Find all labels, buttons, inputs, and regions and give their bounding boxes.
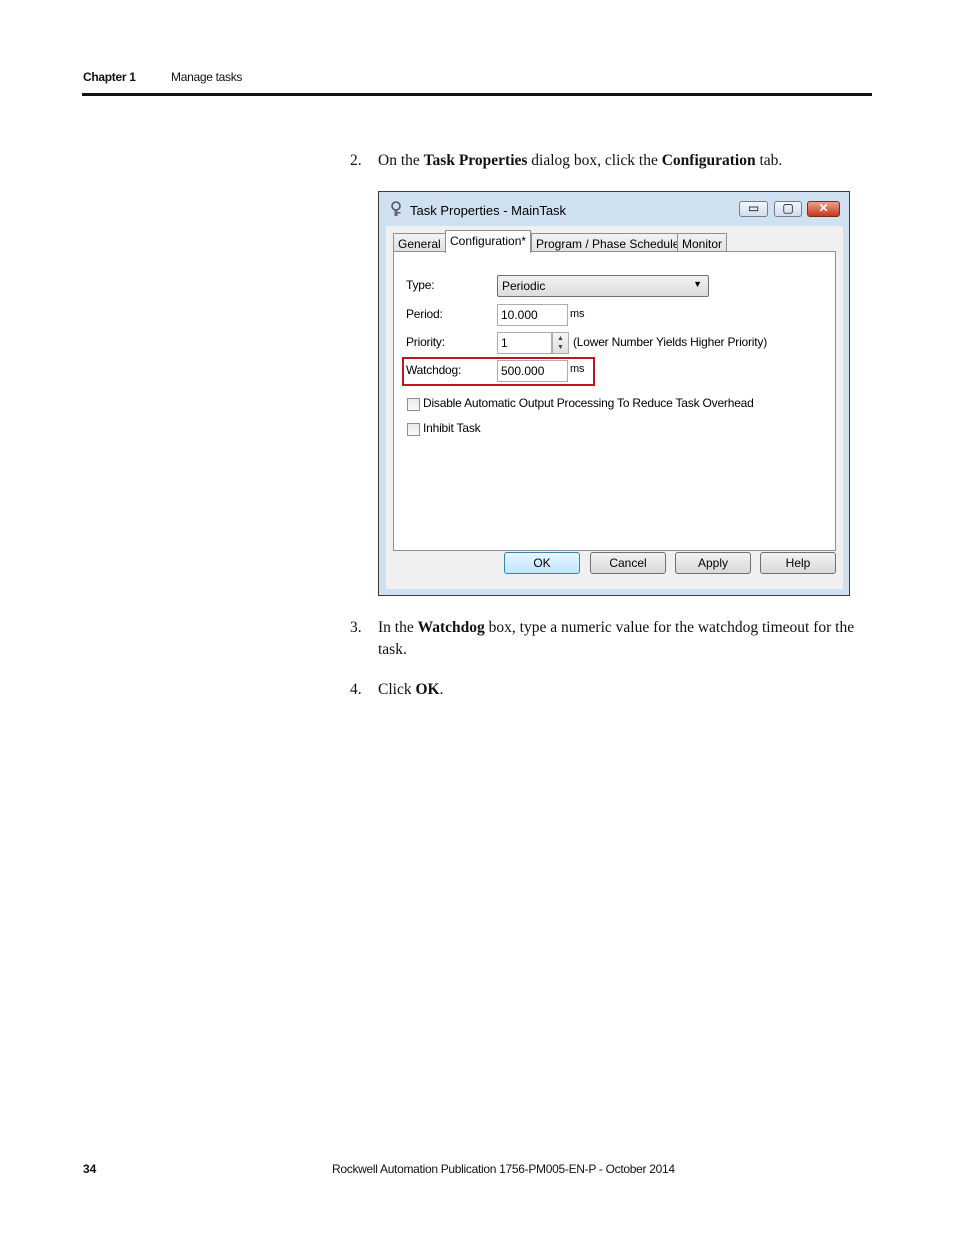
step-number: 3. <box>350 619 362 636</box>
step-number: 2. <box>350 152 362 169</box>
section-title: Manage tasks <box>171 70 243 84</box>
step-text: Click OK. <box>378 681 444 698</box>
chapter-label: Chapter 1 <box>83 70 136 84</box>
ok-button[interactable]: OK <box>504 552 580 574</box>
step-number: 4. <box>350 681 362 698</box>
cancel-button[interactable]: Cancel <box>590 552 666 574</box>
step-text: In the Watchdog box, type a numeric valu… <box>378 619 855 658</box>
close-icon: ✕ <box>818 201 829 215</box>
page-number: 34 <box>83 1162 97 1176</box>
task-properties-dialog: Task Properties - MainTask ▭ ▢ ✕ General… <box>378 191 850 596</box>
maximize-icon: ▢ <box>782 201 794 215</box>
period-label: Period: <box>406 307 443 321</box>
disable-output-label: Disable Automatic Output Processing To R… <box>423 396 754 410</box>
watchdog-unit: ms <box>570 363 585 375</box>
disable-output-checkbox[interactable] <box>407 398 420 411</box>
publication-info: Rockwell Automation Publication 1756-PM0… <box>332 1162 675 1176</box>
apply-button[interactable]: Apply <box>675 552 751 574</box>
step-text: On the Task Properties dialog box, click… <box>378 152 783 169</box>
minimize-icon: ▭ <box>747 201 760 215</box>
priority-hint: (Lower Number Yields Higher Priority) <box>573 335 767 349</box>
header-rule <box>82 93 872 96</box>
inhibit-task-label: Inhibit Task <box>423 421 481 435</box>
title-bar: Task Properties - MainTask ▭ ▢ ✕ <box>379 192 849 226</box>
help-button[interactable]: Help <box>760 552 836 574</box>
watchdog-label: Watchdog: <box>406 363 462 377</box>
priority-spinner[interactable]: ▲ ▼ <box>552 332 569 354</box>
tab-configuration[interactable]: Configuration* <box>445 230 532 253</box>
dialog-title: Task Properties - MainTask <box>410 203 567 218</box>
type-select[interactable]: Periodic ▼ <box>497 275 709 297</box>
watchdog-input[interactable]: 500.000 <box>497 360 568 382</box>
priority-label: Priority: <box>406 335 445 349</box>
type-value: Periodic <box>502 279 546 293</box>
spin-up-icon: ▲ <box>557 335 564 342</box>
minimize-button[interactable]: ▭ <box>739 201 768 217</box>
priority-input[interactable]: 1 <box>497 332 552 354</box>
spin-down-icon: ▼ <box>557 344 564 351</box>
task-icon <box>391 201 401 216</box>
tab-monitor[interactable]: Monitor <box>677 233 728 251</box>
dropdown-arrow-icon: ▼ <box>693 279 702 289</box>
inhibit-task-checkbox[interactable] <box>407 423 420 436</box>
dialog-client-area: General Configuration* Program / Phase S… <box>386 226 843 589</box>
close-button[interactable]: ✕ <box>807 201 840 217</box>
configuration-panel: Type: Periodic ▼ Period: 10.000 ms Prior… <box>393 251 836 551</box>
period-input[interactable]: 10.000 <box>497 304 568 326</box>
maximize-button[interactable]: ▢ <box>774 201 802 217</box>
period-unit: ms <box>570 308 585 320</box>
tab-general[interactable]: General <box>393 233 446 251</box>
type-label: Type: <box>406 278 435 292</box>
tab-program-phase-schedule[interactable]: Program / Phase Schedule <box>531 233 685 251</box>
